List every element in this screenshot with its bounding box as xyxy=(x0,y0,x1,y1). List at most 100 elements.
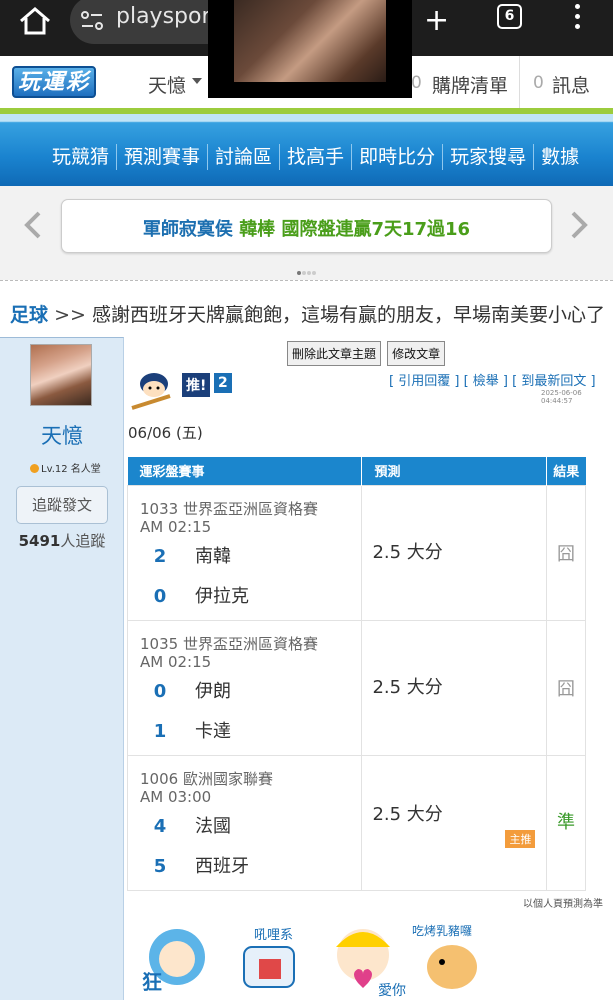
nav-item-live-score[interactable]: 即時比分 xyxy=(351,144,442,170)
banner-slide[interactable]: 軍師寂寞侯 韓棒 國際盤連贏7天17過16 xyxy=(61,199,552,253)
game-cell: 1035 世界盃亞洲區資格賽 AM 02:15 0 伊朗 1 卡達 xyxy=(126,619,363,756)
chevron-left-icon[interactable] xyxy=(22,210,44,240)
result-value: 囧 xyxy=(557,543,576,565)
sticker-crazy-icon[interactable]: 狂 xyxy=(132,917,222,1000)
prediction-value: 2.5 大分 xyxy=(372,676,443,698)
team-name: 伊拉克 xyxy=(195,585,249,607)
header-result: 結果 xyxy=(546,457,586,485)
game-cell: 1033 世界盃亞洲區資格賽 AM 02:15 2 南韓 0 伊拉克 xyxy=(126,484,363,621)
push-button[interactable]: 推! 2 xyxy=(130,370,240,410)
team-away: 5 西班牙 xyxy=(140,852,249,878)
home-icon[interactable] xyxy=(18,6,52,36)
result-cell: 囧 xyxy=(546,484,586,621)
nav-item-data[interactable]: 數據 xyxy=(533,144,586,170)
carousel-dot[interactable] xyxy=(307,271,311,275)
quote-reply-link[interactable]: [ 引用回覆 ] xyxy=(389,374,459,389)
table-row: 1035 世界盃亞洲區資格賽 AM 02:15 0 伊朗 1 卡達 2.5 大分 囧 xyxy=(126,619,586,756)
post-title: 足球 >> 感謝西班牙天牌贏飽飽，這場有贏的朋友，早場南美要小心了 xyxy=(10,300,605,327)
nav-item-player-search[interactable]: 玩家搜尋 xyxy=(442,144,533,170)
post-title-text: 感謝西班牙天牌贏飽飽，這場有贏的朋友，早場南美要小心了 xyxy=(91,304,605,326)
author-name[interactable]: 天憶 xyxy=(0,420,124,450)
svg-text:吃烤乳豬囉: 吃烤乳豬囉 xyxy=(412,923,472,938)
team-home: 2 南韓 xyxy=(140,542,231,568)
svg-text:愛你: 愛你 xyxy=(378,983,406,999)
game-time: AM 03:00 xyxy=(140,787,212,806)
reply-links: [ 引用回覆 ] [ 檢舉 ] [ 到最新回文 ] xyxy=(389,370,596,389)
banner-carousel: 軍師寂寞侯 韓棒 國際盤連贏7天17過16 xyxy=(0,186,613,280)
edit-post-button[interactable]: 修改文章 xyxy=(387,341,446,366)
messages-link[interactable]: 訊息 xyxy=(552,71,590,98)
push-count: 2 xyxy=(214,373,232,393)
chevron-down-icon[interactable] xyxy=(192,78,202,84)
author-level: Lv.12 名人堂 xyxy=(30,460,101,475)
sticker-row: 狂 吼哩系 愛你 吃烤乳豬囉 xyxy=(132,917,512,1000)
follower-count: 5491人追蹤 xyxy=(18,532,106,550)
main-nav: 玩競猜 預測賽事 討論區 找高手 即時比分 玩家搜尋 數據 xyxy=(0,114,613,186)
baseball-mascot-icon xyxy=(131,373,171,410)
post-actions: 刪除此文章主題 修改文章 xyxy=(287,341,446,366)
level-badge-icon xyxy=(30,464,39,473)
result-value: 準 xyxy=(557,811,576,833)
team-name: 南韓 xyxy=(195,545,231,567)
game-league[interactable]: 1033 世界盃亞洲區資格賽 xyxy=(140,498,318,519)
nav-item-experts[interactable]: 找高手 xyxy=(279,144,351,170)
game-league[interactable]: 1035 世界盃亞洲區資格賽 xyxy=(140,633,318,654)
video-thumbnail[interactable] xyxy=(234,0,386,82)
carousel-dot[interactable] xyxy=(312,271,316,275)
follow-button[interactable]: 追蹤發文 xyxy=(16,486,108,524)
divider xyxy=(0,280,613,281)
nav-item-forum[interactable]: 討論區 xyxy=(207,144,279,170)
prediction-cell: 2.5 大分 主推 xyxy=(361,754,548,891)
more-menu-icon[interactable] xyxy=(571,4,583,34)
team-score: 5 xyxy=(153,855,167,877)
team-away: 0 伊拉克 xyxy=(140,582,249,608)
banner-record[interactable]: 韓棒 國際盤連贏7天17過16 xyxy=(239,219,470,240)
prediction-table: 運彩盤賽事 預測 結果 1033 世界盃亞洲區資格賽 AM 02:15 2 南韓 0 伊拉… xyxy=(126,457,586,891)
game-league[interactable]: 1006 歐洲國家聯賽 xyxy=(140,768,273,789)
table-row: 1033 世界盃亞洲區資格賽 AM 02:15 2 南韓 0 伊拉克 2.5 大分 囧 xyxy=(126,484,586,621)
avatar[interactable] xyxy=(30,344,92,406)
sticker-roar-icon[interactable]: 吼哩系 xyxy=(224,917,314,1000)
team-name: 西班牙 xyxy=(195,855,249,877)
team-home: 4 法國 xyxy=(140,812,231,838)
url-text[interactable]: playsport xyxy=(116,4,219,29)
table-row: 1006 歐洲國家聯賽 AM 03:00 4 法國 5 西班牙 2.5 大分 主推準 xyxy=(126,754,586,891)
post-timestamp: 2025-06-06 04:44:57 xyxy=(541,389,582,405)
game-time: AM 02:15 xyxy=(140,652,212,671)
banner-expert-name[interactable]: 軍師寂寞侯 xyxy=(143,219,233,240)
result-cell: 囧 xyxy=(546,619,586,756)
nav-item-predict[interactable]: 預測賽事 xyxy=(116,144,207,170)
team-name: 法國 xyxy=(195,815,231,837)
user-menu[interactable]: 天憶 xyxy=(148,71,186,98)
sticker-roast-pig-icon[interactable]: 吃烤乳豬囉 xyxy=(412,917,502,1000)
author-panel: 天憶 Lv.12 名人堂 追蹤發文 5491人追蹤 xyxy=(0,337,124,1000)
team-score: 0 xyxy=(153,585,167,607)
report-link[interactable]: [ 檢舉 ] xyxy=(464,374,508,389)
latest-reply-link[interactable]: [ 到最新回文 ] xyxy=(512,374,595,389)
nav-item-guess[interactable]: 玩競猜 xyxy=(45,144,116,170)
delete-post-button[interactable]: 刪除此文章主題 xyxy=(287,341,382,366)
prediction-cell: 2.5 大分 xyxy=(361,484,548,621)
result-cell: 準 xyxy=(546,754,586,891)
post-body: 天憶 Lv.12 名人堂 追蹤發文 5491人追蹤 刪除此文章主題 修改文章 推… xyxy=(0,337,613,1000)
main-pick-badge: 主推 xyxy=(505,829,536,848)
team-home: 0 伊朗 xyxy=(140,677,231,703)
video-overlay[interactable] xyxy=(208,0,412,98)
team-score: 2 xyxy=(153,545,167,567)
carousel-dot[interactable] xyxy=(302,271,306,275)
breadcrumb-category[interactable]: 足球 xyxy=(10,304,48,326)
site-logo[interactable]: 玩運彩 xyxy=(12,66,96,98)
breadcrumb-separator: >> xyxy=(54,304,86,326)
chevron-right-icon[interactable] xyxy=(568,210,590,240)
new-tab-icon[interactable]: + xyxy=(424,3,449,38)
result-value: 囧 xyxy=(557,678,576,700)
push-label[interactable]: 推! xyxy=(182,373,211,397)
site-settings-icon[interactable] xyxy=(80,10,104,32)
carousel-dots xyxy=(297,260,317,275)
cart-link[interactable]: 購牌清單 xyxy=(432,71,508,98)
header-event: 運彩盤賽事 xyxy=(127,457,363,485)
tab-switcher-button[interactable]: 6 xyxy=(497,4,522,29)
sticker-love-icon[interactable]: 愛你 xyxy=(318,917,408,1000)
carousel-dot[interactable] xyxy=(297,271,301,275)
svg-text:狂: 狂 xyxy=(142,970,162,994)
